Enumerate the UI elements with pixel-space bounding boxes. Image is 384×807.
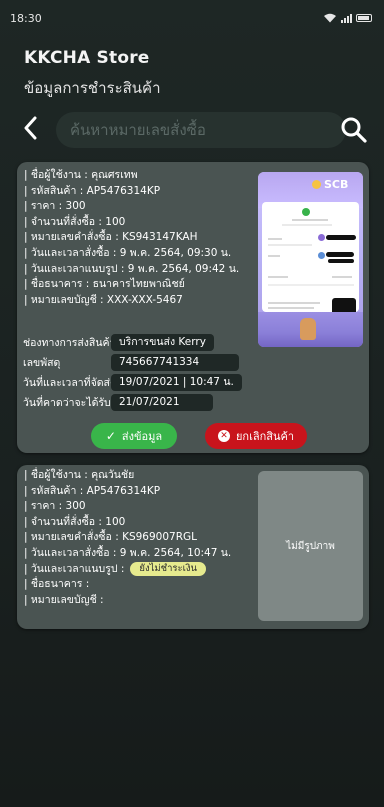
shipped-datetime-label: วันที่และเวลาที่จัดส่ง xyxy=(23,376,116,389)
attach-datetime: | วันและเวลาแนบรูป : 9 พ.ค. 2564, 09:42 … xyxy=(24,262,240,275)
payment-slip-image[interactable]: SCB xyxy=(258,172,363,347)
no-image-placeholder: ไม่มีรูปภาพ xyxy=(258,471,363,621)
search-row xyxy=(22,112,368,148)
eta-value: 21/07/2021 xyxy=(111,393,213,411)
check-icon: ✓ xyxy=(105,429,116,443)
cancel-order-label: ยกเลิกสินค้า xyxy=(235,430,295,443)
order-info-list: | ชื่อผู้ใช้งาน : คุณวันชัย | รหัสสินค้า… xyxy=(24,468,264,608)
order-datetime: | วันและเวลาสั่งซื้อ : 9 พ.ค. 2564, 10:4… xyxy=(24,546,232,559)
attach-datetime-row: | วันและเวลาแนบรูป : ยังไม่ชำระเงิน xyxy=(24,561,264,578)
tracking-number-value: 745667741334 xyxy=(111,353,239,371)
search-icon xyxy=(341,117,367,143)
chevron-left-icon xyxy=(24,116,37,140)
price: | ราคา : 300 xyxy=(24,500,86,513)
bank-name: | ชื่อธนาคาร : ธนาคารไทยพาณิชย์ xyxy=(24,278,185,291)
cancel-order-button[interactable]: ✕ ยกเลิกสินค้า xyxy=(205,423,307,449)
app-screen: 18:30 KKCHA Store ข้อมูลการชำระสินค้า ค้… xyxy=(0,0,384,807)
account-number: | หมายเลขบัญชี : xyxy=(24,593,104,606)
tracking-number-row: เลขพัสดุ 745667741334 xyxy=(23,353,239,371)
attach-datetime-label: | วันและเวลาแนบรูป : xyxy=(24,562,125,575)
status-icons xyxy=(323,13,372,23)
eta-label: วันที่คาดว่าจะได้รับ xyxy=(23,396,111,409)
signal-icon xyxy=(341,13,352,23)
quantity: | จำนวนที่สั่งซื้อ : 100 xyxy=(24,215,126,228)
order-card: | ชื่อผู้ใช้งาน : คุณศรเทพ | รหัสสินค้า … xyxy=(17,162,369,453)
order-info-list: | ชื่อผู้ใช้งาน : คุณศรเทพ | รหัสสินค้า … xyxy=(24,168,264,308)
shipping-carrier-label: ช่องทางการส่งสินค้า xyxy=(23,336,116,349)
shipping-carrier-row: ช่องทางการส่งสินค้า บริการขนส่ง Kerry xyxy=(23,333,214,351)
battery-icon xyxy=(356,14,372,22)
mascot-image xyxy=(300,318,316,340)
close-circle-icon: ✕ xyxy=(217,430,230,442)
shipped-datetime-value: 19/07/2021 | 10:47 น. xyxy=(111,373,242,391)
search-button[interactable] xyxy=(340,116,368,144)
bank-name: | ชื่อธนาคาร : xyxy=(24,578,90,591)
shipping-carrier-value: บริการขนส่ง Kerry xyxy=(111,333,214,351)
page-title: ข้อมูลการชำระสินค้า xyxy=(24,79,161,97)
product-code: | รหัสสินค้า : AP5476314KP xyxy=(24,484,161,497)
unpaid-badge: ยังไม่ชำระเงิน xyxy=(130,561,207,576)
customer-name: | ชื่อผู้ใช้งาน : คุณศรเทพ xyxy=(24,169,138,181)
product-code: | รหัสสินค้า : AP5476314KP xyxy=(24,184,161,197)
tracking-number-label: เลขพัสดุ xyxy=(23,356,61,369)
account-number: | หมายเลขบัญชี : XXX-XXX-5467 xyxy=(24,293,183,306)
store-name: KKCHA Store xyxy=(24,48,150,68)
wifi-icon xyxy=(324,13,336,23)
order-number: | หมายเลขคำสั่งซื้อ : KS969007RGL xyxy=(24,531,197,544)
search-input[interactable] xyxy=(56,112,346,148)
quantity: | จำนวนที่สั่งซื้อ : 100 xyxy=(24,515,126,528)
no-image-text: ไม่มีรูปภาพ xyxy=(286,540,335,552)
order-datetime: | วันและเวลาสั่งซื้อ : 9 พ.ค. 2564, 09:3… xyxy=(24,246,232,259)
eta-row: วันที่คาดว่าจะได้รับ 21/07/2021 xyxy=(23,393,213,411)
header: KKCHA Store ข้อมูลการชำระสินค้า xyxy=(24,48,161,100)
status-time: 18:30 xyxy=(10,11,42,25)
bank-logo: SCB xyxy=(312,178,348,191)
send-info-label: ส่งข้อมูล xyxy=(121,430,163,443)
check-circle-icon xyxy=(302,208,310,216)
send-info-button[interactable]: ✓ ส่งข้อมูล xyxy=(91,423,177,449)
price: | ราคา : 300 xyxy=(24,200,86,213)
customer-name: | ชื่อผู้ใช้งาน : คุณวันชัย xyxy=(24,469,135,481)
status-bar: 18:30 xyxy=(0,0,384,36)
order-number: | หมายเลขคำสั่งซื้อ : KS943147KAH xyxy=(24,231,198,244)
order-card: | ชื่อผู้ใช้งาน : คุณวันชัย | รหัสสินค้า… xyxy=(17,465,369,629)
back-button[interactable] xyxy=(22,115,44,145)
shipped-datetime-row: วันที่และเวลาที่จัดส่ง 19/07/2021 | 10:4… xyxy=(23,373,242,391)
